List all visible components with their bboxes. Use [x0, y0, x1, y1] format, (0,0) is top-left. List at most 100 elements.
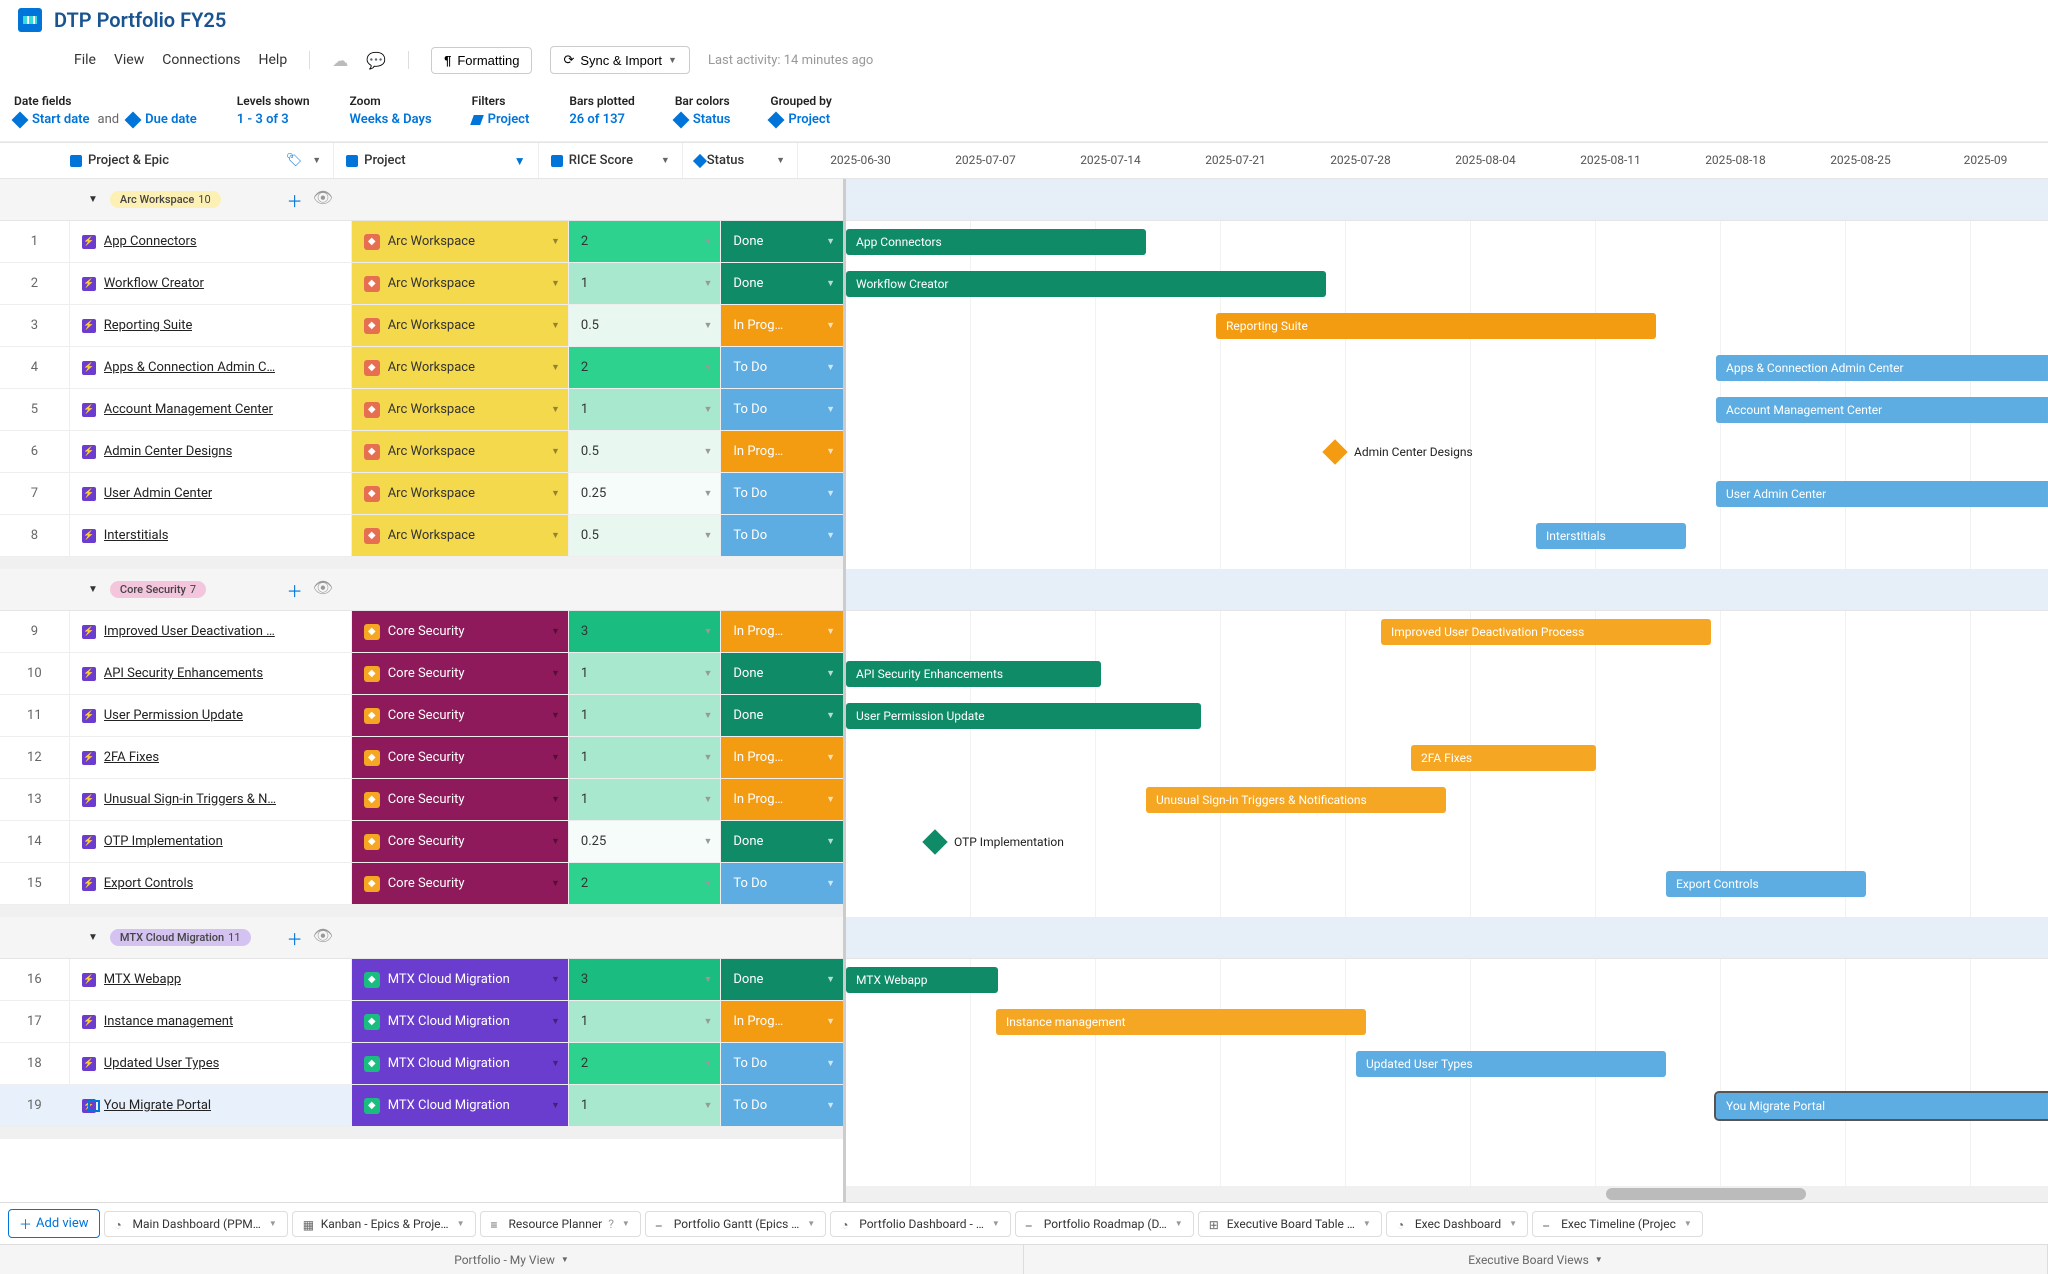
hide-icon[interactable]: 👁 [313, 926, 333, 950]
chevron-down-icon[interactable]: ▼ [551, 878, 560, 889]
chevron-down-icon[interactable]: ▼ [826, 668, 835, 679]
status-cell[interactable]: In Prog…▼ [721, 1001, 843, 1042]
project-cell[interactable]: ◆MTX Cloud Migration▼ [352, 1043, 569, 1084]
epic-cell[interactable]: ⚡MTX Webapp [70, 959, 352, 1000]
chevron-down-icon[interactable]: ▼ [703, 1100, 712, 1111]
gantt-bar[interactable]: 2FA Fixes [1411, 745, 1596, 771]
chevron-down-icon[interactable]: ▼ [826, 626, 835, 637]
project-cell[interactable]: ◆Arc Workspace▼ [352, 389, 569, 430]
chevron-down-icon[interactable]: ▼ [551, 446, 560, 457]
chevron-down-icon[interactable]: ▼ [703, 752, 712, 763]
chevron-down-icon[interactable]: ▼ [826, 446, 835, 457]
chevron-down-icon[interactable]: ▼ [551, 710, 560, 721]
chevron-down-icon[interactable]: ▼ [826, 836, 835, 847]
epic-cell[interactable]: ⚡Apps & Connection Admin C… [70, 347, 352, 388]
chevron-down-icon[interactable]: ▼ [703, 1016, 712, 1027]
table-row[interactable]: 15 ⚡Export Controls ◆Core Security▼ 2▼ T… [0, 863, 843, 905]
footer-right[interactable]: Executive Board Views ▼ [1024, 1245, 2048, 1274]
chevron-down-icon[interactable]: ▼ [703, 794, 712, 805]
chevron-down-icon[interactable]: ▼ [703, 278, 712, 289]
chevron-down-icon[interactable]: ▼ [703, 530, 712, 541]
status-cell[interactable]: To Do▼ [721, 863, 843, 904]
status-cell[interactable]: In Prog…▼ [721, 737, 843, 778]
chevron-down-icon[interactable]: ▼ [703, 668, 712, 679]
chevron-down-icon[interactable]: ▼ [826, 362, 835, 373]
table-row[interactable]: 18 ⚡Updated User Types ◆MTX Cloud Migrat… [0, 1043, 843, 1085]
status-cell[interactable]: In Prog…▼ [721, 611, 843, 652]
table-row[interactable]: 19 ⚡You Migrate Portal ◆MTX Cloud Migrat… [0, 1085, 843, 1127]
milestone-icon[interactable] [922, 829, 947, 854]
rice-cell[interactable]: 3▼ [569, 959, 721, 1000]
chevron-down-icon[interactable]: ▼ [551, 974, 560, 985]
status-cell[interactable]: To Do▼ [721, 389, 843, 430]
project-cell[interactable]: ◆Arc Workspace▼ [352, 347, 569, 388]
column-header-status[interactable]: Status ▼ [683, 143, 798, 178]
status-cell[interactable]: Done▼ [721, 263, 843, 304]
config-zoom-value[interactable]: Weeks & Days [350, 112, 432, 127]
status-cell[interactable]: To Do▼ [721, 473, 843, 514]
chevron-down-icon[interactable]: ▼ [776, 155, 785, 166]
view-tab[interactable]: ◔Main Dashboard (PPM…▼ [104, 1211, 288, 1237]
hide-icon[interactable]: 👁 [313, 188, 333, 212]
sync-import-button[interactable]: ⟳ Sync & Import ▼ [550, 46, 689, 74]
add-item-icon[interactable]: ＋ [287, 926, 303, 950]
config-filters-value[interactable]: Project [472, 112, 530, 127]
chevron-down-icon[interactable]: ▼ [1175, 1219, 1183, 1228]
chevron-down-icon[interactable]: ▼ [826, 488, 835, 499]
chevron-down-icon[interactable]: ▼ [826, 404, 835, 415]
table-row[interactable]: 14 ⚡OTP Implementation ◆Core Security▼ 0… [0, 821, 843, 863]
table-row[interactable]: 3 ⚡Reporting Suite ◆Arc Workspace▼ 0.5▼ … [0, 305, 843, 347]
project-cell[interactable]: ◆MTX Cloud Migration▼ [352, 1001, 569, 1042]
hide-icon[interactable]: 👁 [313, 578, 333, 602]
project-cell[interactable]: ◆Core Security▼ [352, 737, 569, 778]
rice-cell[interactable]: 0.5▼ [569, 515, 721, 556]
chevron-down-icon[interactable]: ▼ [826, 320, 835, 331]
chevron-down-icon[interactable]: ▼ [551, 362, 560, 373]
project-cell[interactable]: ◆Arc Workspace▼ [352, 305, 569, 346]
filter-icon[interactable]: ▼ [514, 154, 526, 168]
view-tab[interactable]: ▦Kanban - Epics & Proje…▼ [292, 1211, 476, 1237]
menu-help[interactable]: Help [259, 52, 288, 68]
view-tab[interactable]: ≡Resource Planner?▼ [480, 1211, 641, 1237]
gantt-bar[interactable]: Instance management [996, 1009, 1366, 1035]
chevron-down-icon[interactable]: ▼ [551, 1058, 560, 1069]
project-cell[interactable]: ◆Core Security▼ [352, 863, 569, 904]
table-row[interactable]: 9 ⚡Improved User Deactivation … ◆Core Se… [0, 611, 843, 653]
chevron-down-icon[interactable]: ▼ [551, 1100, 560, 1111]
epic-cell[interactable]: ⚡OTP Implementation [70, 821, 352, 862]
gantt-bar[interactable]: Improved User Deactivation Process [1381, 619, 1711, 645]
epic-cell[interactable]: ⚡Reporting Suite [70, 305, 352, 346]
epic-cell[interactable]: ⚡User Permission Update [70, 695, 352, 736]
status-cell[interactable]: In Prog…▼ [721, 779, 843, 820]
horizontal-scrollbar[interactable] [846, 1186, 2048, 1202]
chevron-down-icon[interactable]: ▼ [312, 155, 321, 166]
chevron-down-icon[interactable]: ▼ [826, 1016, 835, 1027]
collapse-icon[interactable]: ▼ [88, 584, 98, 595]
table-row[interactable]: 10 ⚡API Security Enhancements ◆Core Secu… [0, 653, 843, 695]
status-cell[interactable]: To Do▼ [721, 1085, 843, 1126]
chevron-down-icon[interactable]: ▼ [551, 794, 560, 805]
project-cell[interactable]: ◆Core Security▼ [352, 779, 569, 820]
chevron-down-icon[interactable]: ▼ [1509, 1219, 1517, 1228]
chevron-down-icon[interactable]: ▼ [703, 320, 712, 331]
table-row[interactable]: 5 ⚡Account Management Center ◆Arc Worksp… [0, 389, 843, 431]
epic-cell[interactable]: ⚡Export Controls [70, 863, 352, 904]
chevron-down-icon[interactable]: ▼ [551, 320, 560, 331]
chevron-down-icon[interactable]: ▼ [551, 278, 560, 289]
add-item-icon[interactable]: ＋ [287, 188, 303, 212]
chevron-down-icon[interactable]: ▼ [826, 974, 835, 985]
chevron-down-icon[interactable]: ▼ [551, 236, 560, 247]
table-row[interactable]: 2 ⚡Workflow Creator ◆Arc Workspace▼ 1▼ D… [0, 263, 843, 305]
chevron-down-icon[interactable]: ▼ [551, 488, 560, 499]
footer-left[interactable]: Portfolio - My View ▼ [0, 1245, 1024, 1274]
collapse-icon[interactable]: ▼ [88, 194, 98, 205]
gantt-bar[interactable]: Interstitials [1536, 523, 1686, 549]
project-cell[interactable]: ◆Core Security▼ [352, 821, 569, 862]
status-cell[interactable]: To Do▼ [721, 347, 843, 388]
rice-cell[interactable]: 1▼ [569, 695, 721, 736]
rice-cell[interactable]: 0.25▼ [569, 473, 721, 514]
chevron-down-icon[interactable]: ▼ [1684, 1219, 1692, 1228]
rice-cell[interactable]: 1▼ [569, 737, 721, 778]
column-header-project[interactable]: Project ▼ [334, 143, 539, 178]
app-logo[interactable] [18, 8, 42, 32]
